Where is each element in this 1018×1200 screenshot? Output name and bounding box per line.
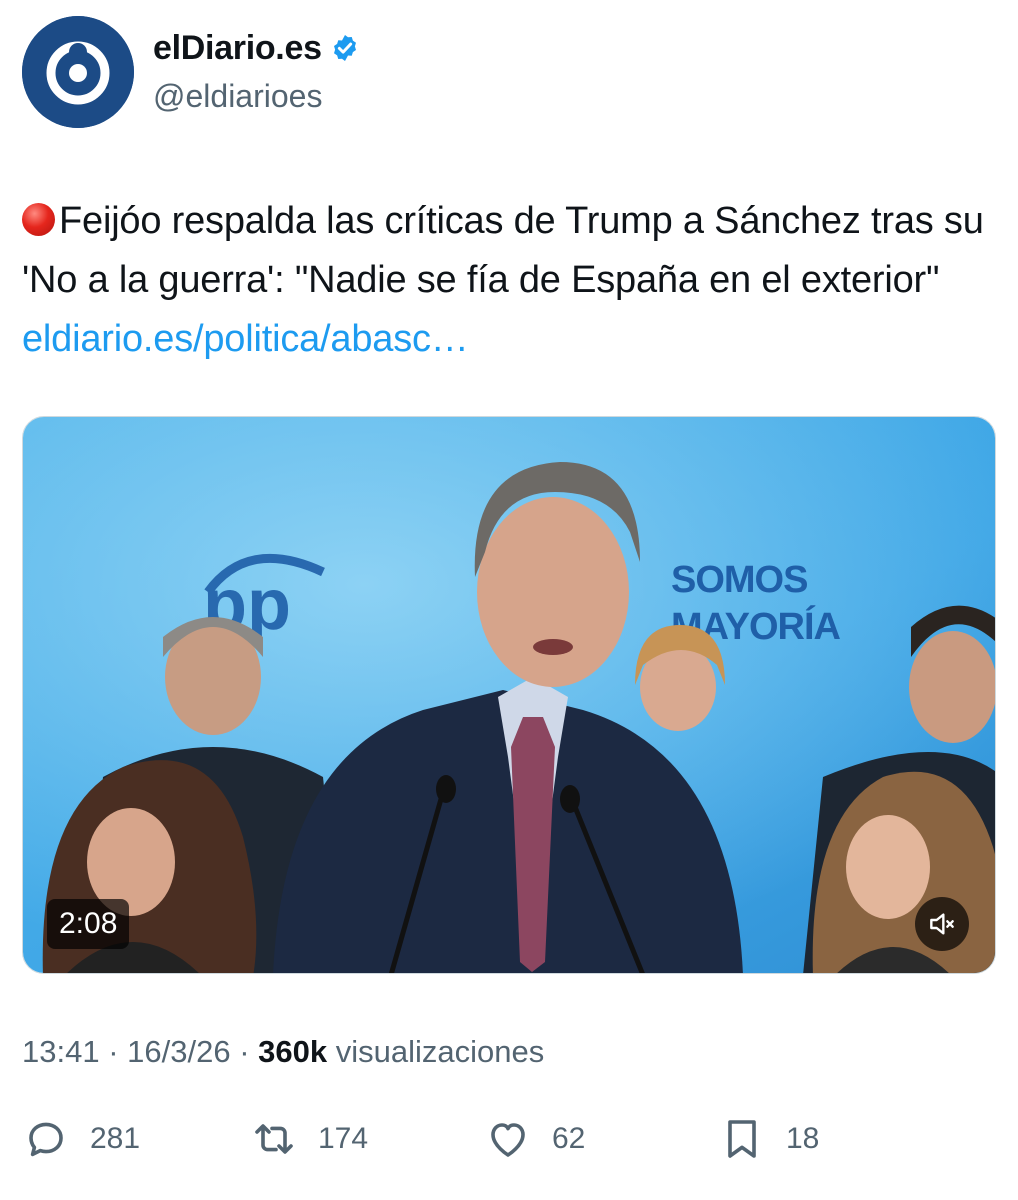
bookmark-icon (728, 1120, 756, 1158)
bookmark-button[interactable]: 18 (718, 1114, 819, 1164)
red-circle-icon (22, 203, 55, 236)
tweet-meta: 13:41 · 16/3/26 · 360k visualizaciones (22, 1034, 544, 1070)
like-button[interactable]: 62 (484, 1114, 585, 1164)
eldiario-logo-icon (22, 16, 134, 128)
tweet-body: Feijóo respalda las críticas de Trump a … (22, 200, 984, 301)
author-block: elDiario.es @eldiarioes (153, 26, 360, 115)
author-display-name[interactable]: elDiario.es (153, 29, 322, 68)
retweet-icon (255, 1124, 293, 1154)
tweet-text: Feijóo respalda las críticas de Trump a … (22, 192, 997, 369)
tweet-link[interactable]: eldiario.es/politica/abasc… (22, 318, 469, 360)
video-duration-badge: 2:08 (47, 899, 130, 949)
action-bar: 281 174 62 18 (22, 1114, 996, 1164)
retweet-button[interactable]: 174 (250, 1114, 368, 1164)
tweet-card: elDiario.es @eldiarioes Feijóo respalda … (0, 0, 1018, 1200)
tweet-time[interactable]: 13:41 (22, 1034, 100, 1069)
meta-separator: · (108, 1034, 119, 1069)
tweet-date[interactable]: 16/3/26 (127, 1034, 230, 1069)
views-count[interactable]: 360k (258, 1034, 327, 1069)
video-frame: pp SOMOS MAYORÍA (23, 417, 995, 973)
video-player[interactable]: pp SOMOS MAYORÍA 2:08 (22, 416, 996, 974)
backdrop-slogan-line1: SOMOS (671, 559, 807, 601)
avatar[interactable] (22, 16, 134, 128)
reply-button[interactable]: 281 (22, 1114, 140, 1164)
retweet-count: 174 (318, 1122, 369, 1155)
views-label: visualizaciones (335, 1034, 545, 1069)
reply-icon (29, 1122, 63, 1157)
mute-button[interactable] (915, 897, 969, 951)
reply-count: 281 (90, 1122, 141, 1155)
author-name-row: elDiario.es (153, 26, 360, 70)
verified-badge-icon[interactable] (330, 33, 360, 63)
author-handle[interactable]: @eldiarioes (153, 78, 360, 115)
like-count: 62 (552, 1122, 586, 1155)
meta-separator: · (239, 1034, 250, 1069)
bookmark-count: 18 (786, 1122, 820, 1155)
speaker-muted-icon (930, 913, 954, 935)
heart-icon (491, 1123, 525, 1157)
